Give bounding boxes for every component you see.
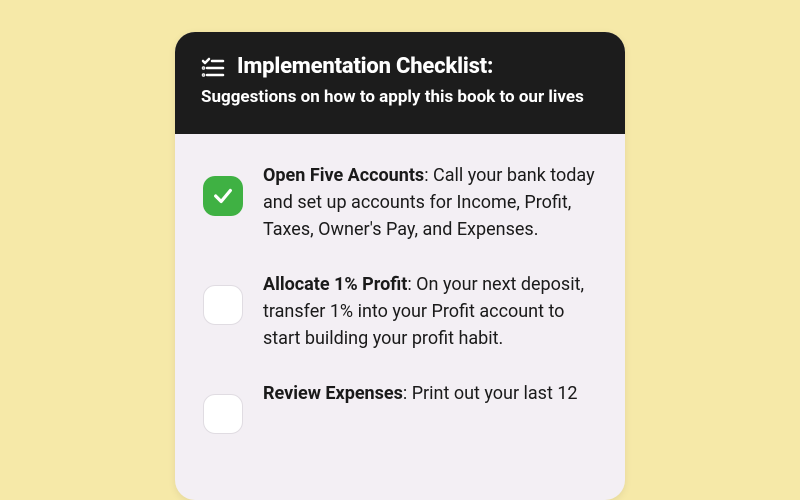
checklist-icon xyxy=(201,55,225,79)
card-header: Implementation Checklist: Suggestions on… xyxy=(175,32,625,134)
checklist-item: Allocate 1% Profit: On your next deposit… xyxy=(203,271,597,352)
title-row: Implementation Checklist: xyxy=(201,54,599,79)
checklist-items: Open Five Accounts: Call your bank today… xyxy=(175,134,625,434)
item-title: Open Five Accounts xyxy=(263,165,424,186)
checkbox-unchecked[interactable] xyxy=(203,285,243,325)
item-text: Allocate 1% Profit: On your next deposit… xyxy=(263,271,597,352)
checklist-card: Implementation Checklist: Suggestions on… xyxy=(175,32,625,500)
item-text: Open Five Accounts: Call your bank today… xyxy=(263,162,597,243)
checklist-item: Review Expenses: Print out your last 12 xyxy=(203,380,597,434)
check-icon xyxy=(212,185,234,207)
item-text: Review Expenses: Print out your last 12 xyxy=(263,380,597,407)
card-title: Implementation Checklist: xyxy=(237,54,493,79)
card-subtitle: Suggestions on how to apply this book to… xyxy=(201,85,599,110)
item-title: Allocate 1% Profit xyxy=(263,274,407,295)
checklist-item: Open Five Accounts: Call your bank today… xyxy=(203,162,597,243)
checkbox-checked[interactable] xyxy=(203,176,243,216)
checkbox-unchecked[interactable] xyxy=(203,394,243,434)
item-body: : Print out your last 12 xyxy=(403,383,578,404)
item-title: Review Expenses xyxy=(263,383,403,404)
